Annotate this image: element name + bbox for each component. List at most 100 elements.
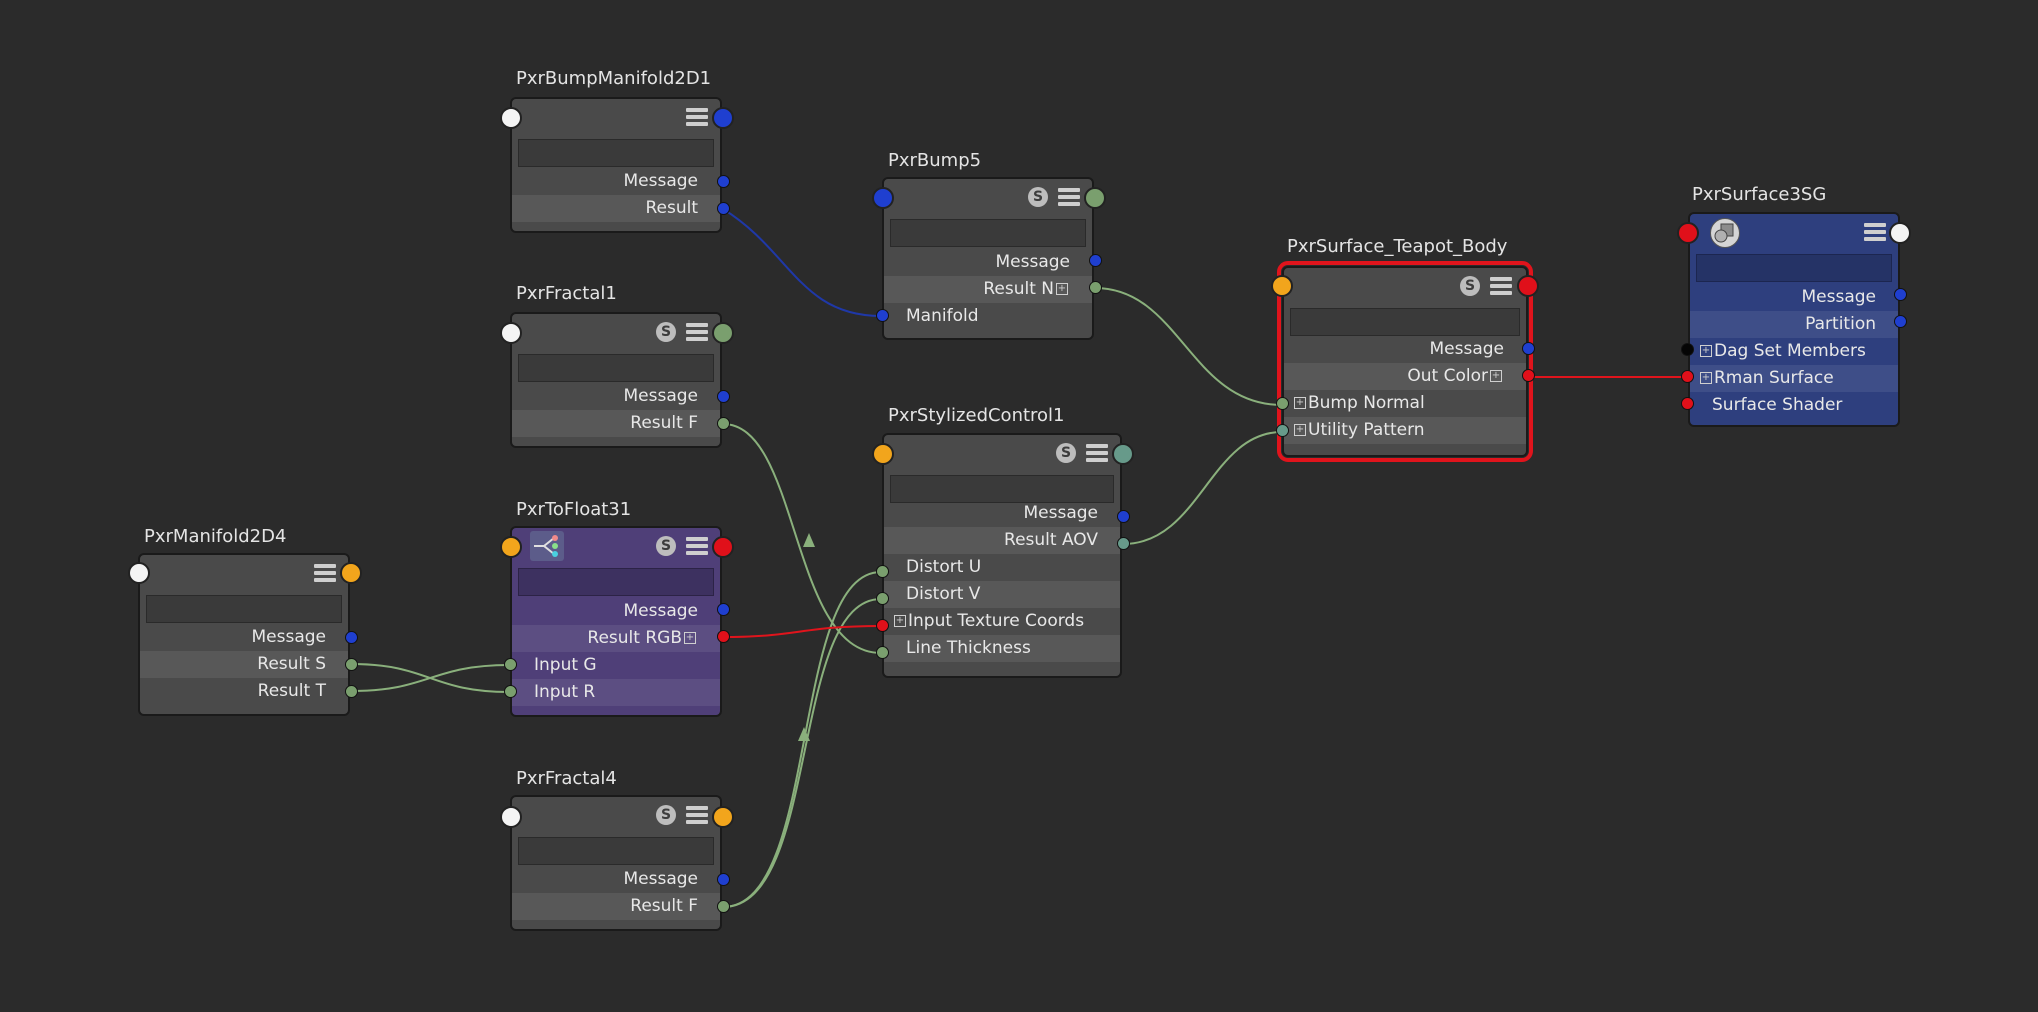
port-message[interactable] — [717, 603, 730, 616]
port-rman-surface[interactable] — [1681, 370, 1694, 383]
port-input-g[interactable] — [504, 658, 517, 671]
input-port[interactable] — [500, 322, 522, 344]
output-port[interactable] — [712, 107, 734, 129]
node-header[interactable]: S — [512, 528, 720, 562]
input-port[interactable] — [500, 536, 522, 558]
input-port[interactable] — [500, 107, 522, 129]
output-port[interactable] — [1112, 443, 1134, 465]
menu-icon[interactable] — [686, 537, 708, 557]
port-result-f[interactable] — [717, 900, 730, 913]
node-header[interactable]: S — [1284, 268, 1526, 302]
port-result-n[interactable] — [1089, 281, 1102, 294]
port-result-rgb[interactable] — [717, 630, 730, 643]
port-utility-pattern[interactable] — [1276, 424, 1289, 437]
menu-icon[interactable] — [1490, 277, 1512, 297]
port-line-thickness[interactable] — [876, 646, 889, 659]
expand-icon[interactable]: + — [1700, 372, 1712, 384]
expand-icon[interactable]: + — [684, 632, 696, 644]
node-header[interactable] — [512, 99, 720, 133]
input-port[interactable] — [1271, 275, 1293, 297]
port-partition[interactable] — [1894, 315, 1907, 328]
node-header[interactable] — [140, 555, 348, 589]
expand-icon[interactable]: + — [1056, 283, 1068, 295]
port-message[interactable] — [345, 631, 358, 644]
node-surface[interactable]: S Message Out Color + + Bump Normal + Utili… — [1277, 261, 1533, 462]
input-port[interactable] — [1677, 222, 1699, 244]
output-port[interactable] — [1517, 275, 1539, 297]
node-manifold2d4[interactable]: Message Result S Result T — [138, 553, 350, 716]
menu-icon[interactable] — [1086, 444, 1108, 464]
menu-icon[interactable] — [686, 108, 708, 128]
input-port[interactable] — [872, 187, 894, 209]
expand-icon[interactable]: + — [894, 615, 906, 627]
menu-icon[interactable] — [314, 564, 336, 584]
node-header[interactable]: S — [884, 435, 1120, 469]
node-header[interactable]: S — [512, 797, 720, 831]
port-result-aov[interactable] — [1117, 537, 1130, 550]
output-port[interactable] — [1889, 222, 1911, 244]
port-distort-v[interactable] — [876, 592, 889, 605]
menu-icon[interactable] — [686, 323, 708, 343]
input-port[interactable] — [128, 562, 150, 584]
port-input-r[interactable] — [504, 685, 517, 698]
port-result-s[interactable] — [345, 658, 358, 671]
port-out-color[interactable] — [1522, 369, 1535, 382]
node-fractal1[interactable]: S Message Result F — [510, 312, 722, 448]
port-result[interactable] — [717, 202, 730, 215]
port-dag-set-members[interactable] — [1681, 343, 1694, 356]
node-name-field[interactable] — [146, 595, 342, 623]
node-fractal4[interactable]: S Message Result F — [510, 795, 722, 931]
node-name-field[interactable] — [518, 139, 714, 167]
menu-icon[interactable] — [686, 806, 708, 826]
menu-icon[interactable] — [1058, 188, 1080, 208]
expand-icon[interactable]: + — [1490, 370, 1502, 382]
node-name-field[interactable] — [518, 837, 714, 865]
node-shading-group[interactable]: Message Partition + Dag Set Members + Rman… — [1688, 212, 1900, 427]
node-tofloat[interactable]: S Message Result RGB + Input G Input R — [510, 526, 722, 717]
port-manifold[interactable] — [876, 309, 889, 322]
swatch-icon[interactable]: S — [1056, 443, 1076, 463]
input-port[interactable] — [500, 806, 522, 828]
input-port[interactable] — [872, 443, 894, 465]
port-message[interactable] — [717, 175, 730, 188]
port-message[interactable] — [717, 390, 730, 403]
swatch-icon[interactable]: S — [656, 322, 676, 342]
expand-icon[interactable]: + — [1294, 424, 1306, 436]
port-message[interactable] — [1894, 288, 1907, 301]
port-message[interactable] — [1089, 254, 1102, 267]
node-header[interactable]: S — [884, 179, 1092, 213]
output-port[interactable] — [1084, 187, 1106, 209]
port-message[interactable] — [717, 873, 730, 886]
swatch-icon[interactable]: S — [1460, 276, 1480, 296]
node-name-field[interactable] — [1696, 254, 1892, 282]
expand-icon[interactable]: + — [1700, 345, 1712, 357]
node-header[interactable]: S — [512, 314, 720, 348]
port-message[interactable] — [1522, 342, 1535, 355]
node-stylized[interactable]: S Message Result AOV Distort U Distort V… — [882, 433, 1122, 678]
node-name-field[interactable] — [890, 219, 1086, 247]
port-message[interactable] — [1117, 510, 1130, 523]
output-port[interactable] — [340, 562, 362, 584]
output-port[interactable] — [712, 806, 734, 828]
port-distort-u[interactable] — [876, 565, 889, 578]
port-surface-shader[interactable] — [1681, 397, 1694, 410]
node-header[interactable] — [1690, 214, 1898, 248]
node-bump-manifold[interactable]: Message Result — [510, 97, 722, 233]
swatch-icon[interactable]: S — [656, 805, 676, 825]
port-result-t[interactable] — [345, 685, 358, 698]
output-port[interactable] — [712, 322, 734, 344]
node-editor-canvas[interactable]: PxrBumpManifold2D1 Message Result PxrFra… — [0, 0, 2038, 1012]
port-input-texture-coords[interactable] — [876, 619, 889, 632]
port-result-f[interactable] — [717, 417, 730, 430]
menu-icon[interactable] — [1864, 223, 1886, 243]
swatch-icon[interactable]: S — [1028, 187, 1048, 207]
expand-icon[interactable]: + — [1294, 397, 1306, 409]
node-name-field[interactable] — [518, 568, 714, 596]
node-bump5[interactable]: S Message Result N + Manifold — [882, 177, 1094, 340]
output-port[interactable] — [712, 536, 734, 558]
port-bump-normal[interactable] — [1276, 397, 1289, 410]
node-name-field[interactable] — [518, 354, 714, 382]
node-name-field[interactable] — [1290, 308, 1520, 336]
node-name-field[interactable] — [890, 475, 1114, 503]
swatch-icon[interactable]: S — [656, 536, 676, 556]
